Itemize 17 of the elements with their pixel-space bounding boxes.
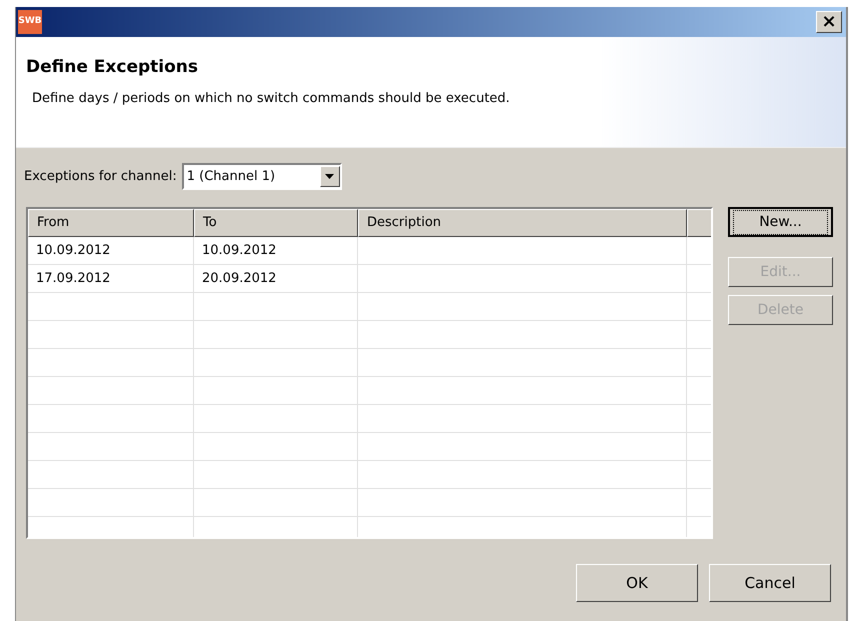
- column-header[interactable]: To: [194, 209, 358, 237]
- dialog-button[interactable]: Cancel: [709, 564, 831, 602]
- column-header[interactable]: Description: [358, 209, 687, 237]
- table-cell: 10.09.2012: [28, 237, 194, 265]
- action-button[interactable]: New...: [728, 207, 833, 237]
- close-button[interactable]: ×: [816, 11, 842, 33]
- app-logo: SWB: [18, 10, 42, 34]
- table-cell: 10.09.2012: [194, 237, 358, 265]
- column-header[interactable]: From: [28, 209, 194, 237]
- column-header[interactable]: [687, 209, 711, 237]
- table-cell: 17.09.2012: [28, 265, 194, 293]
- dialog-button[interactable]: OK: [576, 564, 698, 602]
- table-cell: 20.09.2012: [194, 265, 358, 293]
- header-description: Define days / periods on which no switch commands should be executed.: [32, 90, 511, 108]
- channel-dropdown[interactable]: 1 (Channel 1): [182, 163, 342, 190]
- header-title: Define Exceptions: [26, 56, 200, 79]
- channel-label: Exceptions for channel:: [24, 168, 177, 186]
